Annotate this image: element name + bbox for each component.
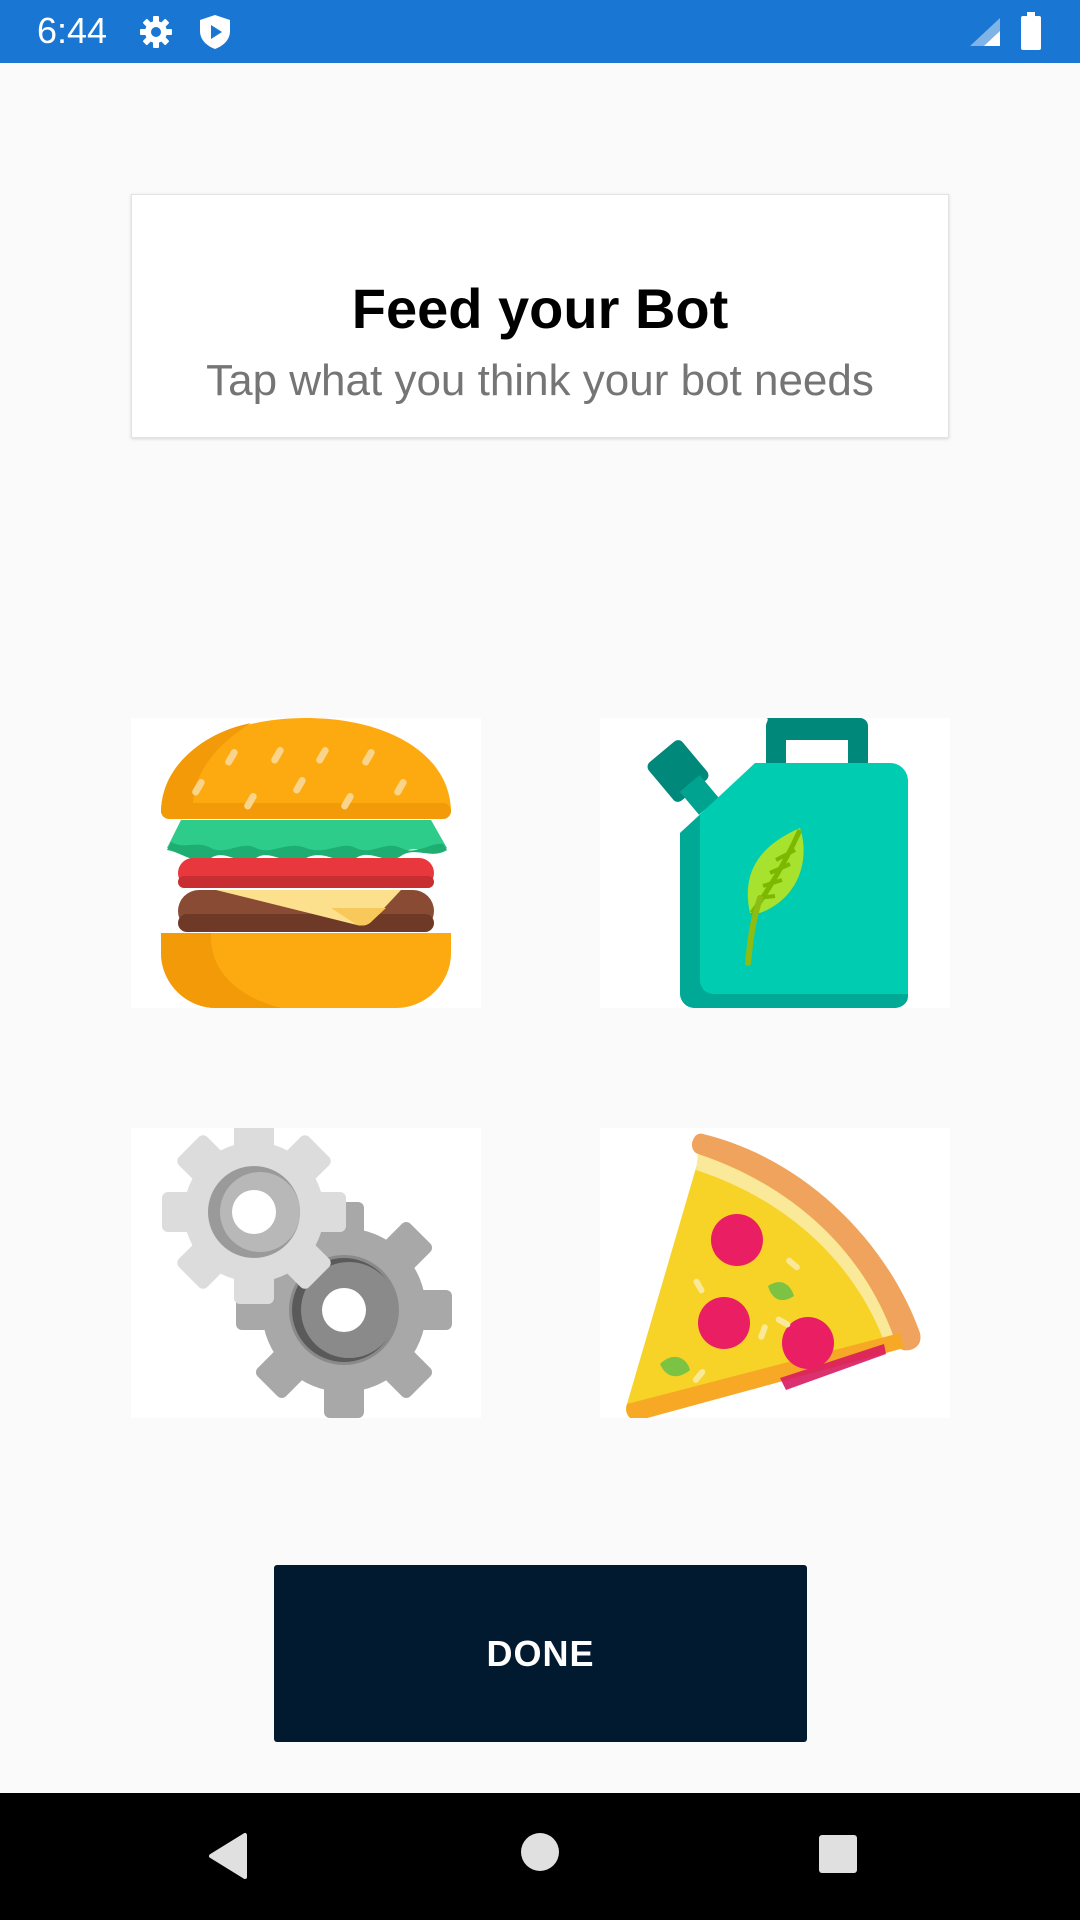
back-icon[interactable] [205,1831,255,1886]
bio-fuel-canister-icon [647,718,908,1008]
shield-play-icon [198,14,232,55]
battery-icon [1020,12,1042,55]
home-icon[interactable] [519,1831,561,1878]
recents-icon[interactable] [817,1833,859,1880]
feed-bot-screen: Feed your Bot Tap what you think your bo… [0,63,1080,1793]
option-gears[interactable] [131,1128,481,1418]
burger-icon [161,718,451,1008]
page-subtitle: Tap what you think your bot needs [206,356,874,405]
option-pizza[interactable] [600,1128,950,1418]
done-button[interactable]: DONE [274,1565,807,1742]
settings-gear-icon [138,14,174,55]
page-title: Feed your Bot [351,277,729,340]
status-time: 6:44 [37,10,108,51]
option-bio-fuel[interactable] [600,718,950,1008]
option-burger[interactable] [131,718,481,1008]
navigation-bar [0,1793,1080,1920]
pizza-slice-icon [626,1133,921,1418]
signal-icon [968,16,1002,53]
gears-icon [162,1128,452,1418]
status-bar: 6:44 [0,0,1080,63]
